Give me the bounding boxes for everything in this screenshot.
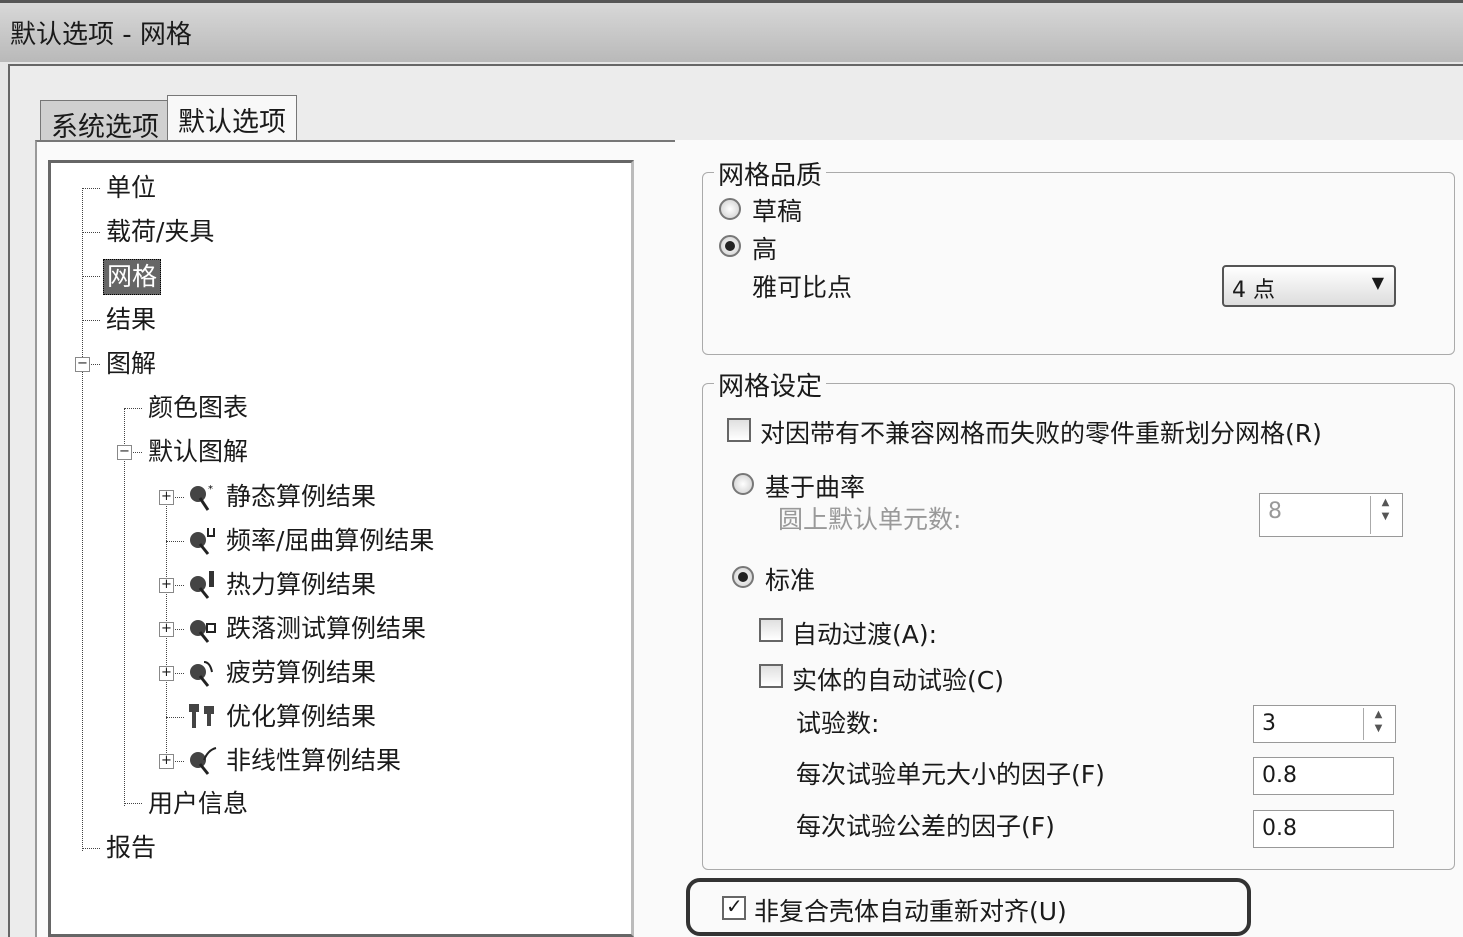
trials-label: 试验数:	[796, 709, 880, 738]
circle-elements-input[interactable]: 8 ▲ ▼	[1259, 493, 1403, 537]
mesh-quality-title: 网格品质	[714, 155, 827, 192]
frequency-study-icon	[186, 526, 220, 556]
tree-item-nonlinear[interactable]: 非线性算例结果	[226, 746, 401, 776]
auto-transition-label: 自动过渡(A):	[792, 620, 938, 649]
circle-elements-label: 圆上默认单元数:	[778, 505, 962, 534]
jacobian-select[interactable]: 4 点 ▼	[1222, 265, 1396, 307]
tree-item-drop-test[interactable]: 跌落测试算例结果	[226, 614, 426, 644]
tree-item-static[interactable]: 静态算例结果	[226, 482, 376, 512]
thermal-study-icon	[186, 570, 220, 600]
tree-item-report[interactable]: 报告	[106, 833, 156, 863]
tree-item-fatigue[interactable]: 疲劳算例结果	[226, 658, 376, 688]
tree-item-default-plots[interactable]: 默认图解	[148, 437, 248, 467]
collapse-icon[interactable]: −	[117, 445, 132, 460]
optimization-study-icon	[186, 702, 220, 732]
standard-radio[interactable]	[732, 566, 754, 588]
mesh-settings-title: 网格设定	[714, 366, 827, 403]
remesh-label: 对因带有不兼容网格而失败的零件重新划分网格(R)	[760, 419, 1322, 448]
options-tree[interactable]: − − + + + + + 单位 载荷/夹具 网格 结果 图解 颜色图表 默认图…	[48, 160, 634, 937]
auto-trials-checkbox[interactable]	[759, 664, 783, 688]
jacobian-label: 雅可比点	[752, 273, 853, 302]
expand-icon[interactable]: +	[159, 622, 174, 637]
jacobian-value: 4 点	[1232, 278, 1275, 303]
svg-text:*: *	[208, 484, 213, 495]
expand-icon[interactable]: +	[159, 754, 174, 769]
expand-icon[interactable]: +	[159, 490, 174, 505]
fatigue-study-icon	[186, 658, 220, 688]
nonlinear-study-icon	[186, 746, 220, 776]
static-study-icon: *	[186, 482, 220, 512]
window-title: 默认选项 - 网格	[10, 20, 192, 50]
circle-elements-value: 8	[1268, 499, 1282, 524]
curvature-label: 基于曲率	[765, 473, 866, 502]
tolerance-factor-input[interactable]: 0.8	[1253, 810, 1394, 848]
draft-label: 草稿	[752, 197, 803, 226]
tree-item-loads[interactable]: 载荷/夹具	[106, 217, 214, 247]
high-radio[interactable]	[719, 235, 741, 257]
curvature-radio[interactable]	[732, 473, 754, 495]
expand-icon[interactable]: +	[159, 578, 174, 593]
tolerance-factor-label: 每次试验公差的因子(F)	[796, 812, 1055, 841]
tree-item-plots[interactable]: 图解	[106, 349, 156, 379]
draft-radio[interactable]	[719, 198, 741, 220]
tree-item-thermal[interactable]: 热力算例结果	[226, 570, 376, 600]
mesh-quality-group	[702, 172, 1455, 355]
tab-default-options[interactable]: 默认选项	[167, 95, 297, 142]
drop-test-study-icon	[186, 614, 220, 644]
realign-checkbox[interactable]: ✓	[722, 894, 746, 920]
tab-system-options[interactable]: 系统选项	[40, 100, 170, 143]
chevron-down-icon: ▼	[1371, 273, 1384, 292]
auto-trials-label: 实体的自动试验(C)	[792, 666, 1004, 695]
expand-icon[interactable]: +	[159, 666, 174, 681]
high-label: 高	[752, 235, 778, 264]
auto-transition-checkbox[interactable]	[759, 618, 783, 642]
size-factor-input[interactable]: 0.8	[1253, 757, 1394, 795]
spinner-icon[interactable]: ▲ ▼	[1370, 496, 1400, 534]
remesh-checkbox[interactable]	[727, 418, 751, 442]
tree-item-units[interactable]: 单位	[106, 173, 156, 203]
tree-item-user-info[interactable]: 用户信息	[148, 789, 248, 819]
standard-label: 标准	[765, 566, 816, 595]
collapse-icon[interactable]: −	[75, 357, 90, 372]
size-factor-label: 每次试验单元大小的因子(F)	[796, 760, 1105, 789]
tree-item-optimization[interactable]: 优化算例结果	[226, 702, 376, 732]
tree-item-frequency[interactable]: 频率/屈曲算例结果	[226, 526, 434, 556]
realign-label: 非复合壳体自动重新对齐(U)	[754, 897, 1067, 926]
trials-input[interactable]: 3 ▲ ▼	[1253, 705, 1396, 743]
tree-item-results[interactable]: 结果	[106, 305, 156, 335]
title-bar	[0, 0, 1463, 62]
trials-value: 3	[1262, 711, 1276, 736]
spinner-icon[interactable]: ▲ ▼	[1363, 708, 1393, 740]
tree-item-color-chart[interactable]: 颜色图表	[148, 393, 248, 423]
tree-item-mesh[interactable]: 网格	[103, 259, 162, 295]
checkmark-icon: ✓	[726, 894, 743, 918]
